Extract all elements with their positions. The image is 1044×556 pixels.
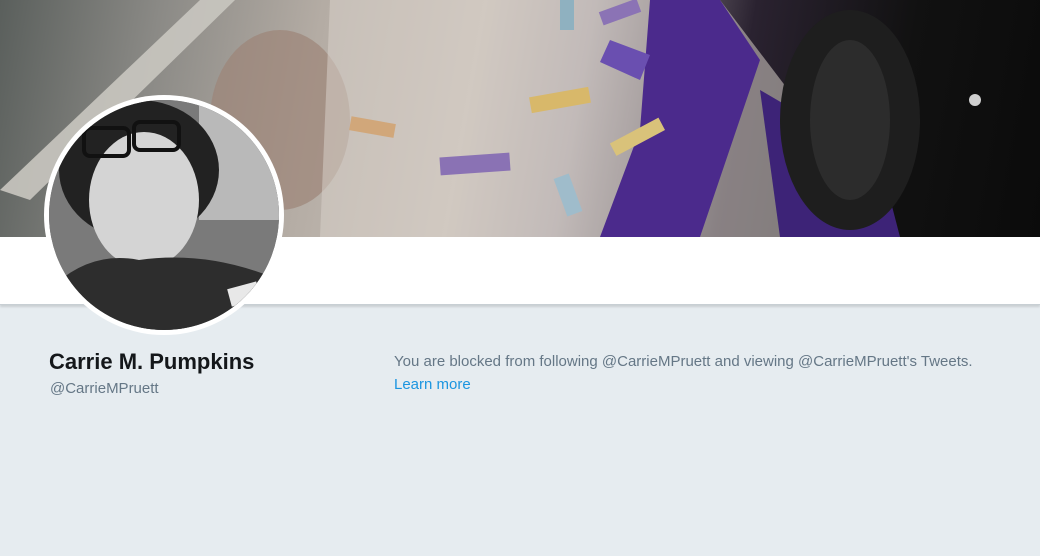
- avatar-photo: [49, 100, 279, 330]
- profile-handle: @CarrieMPruett: [50, 380, 159, 397]
- learn-more-link[interactable]: Learn more: [394, 376, 471, 393]
- profile-name: Carrie M. Pumpkins: [49, 349, 255, 374]
- blocked-message: You are blocked from following @CarrieMP…: [394, 353, 973, 370]
- page-edge: [1040, 0, 1044, 556]
- avatar-image: [49, 100, 279, 330]
- profile-avatar[interactable]: [44, 95, 284, 335]
